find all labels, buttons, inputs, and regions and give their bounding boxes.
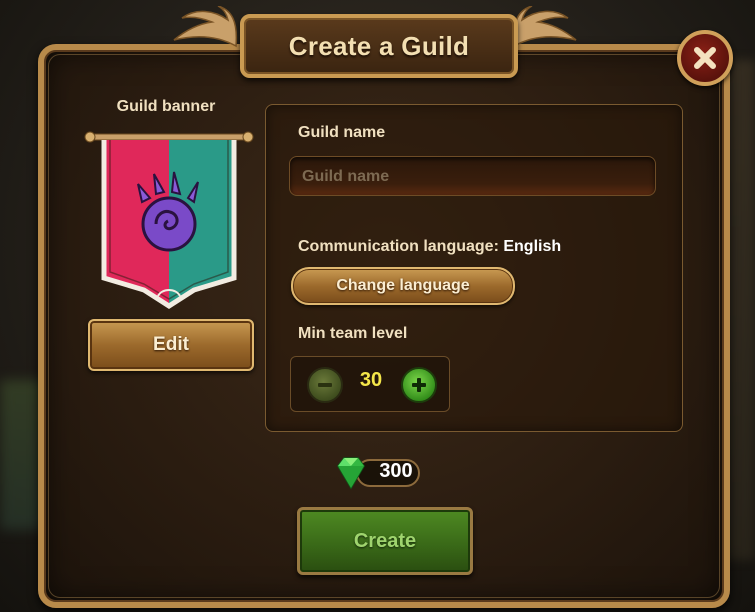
language-value: English: [503, 238, 562, 255]
close-icon: [694, 47, 716, 69]
decrease-level-button[interactable]: [307, 367, 343, 403]
wing-ornament-left-icon: [173, 6, 238, 48]
language-row: Communication language: English: [298, 238, 561, 256]
title-plate: Create a Guild: [240, 14, 518, 78]
minus-icon: [318, 383, 332, 387]
guild-banner[interactable]: [84, 128, 254, 318]
language-label: Communication language:: [298, 238, 499, 255]
dialog-title: Create a Guild: [288, 30, 470, 61]
guild-name-input[interactable]: Guild name: [289, 156, 656, 196]
increase-level-button[interactable]: [401, 367, 437, 403]
edit-banner-button[interactable]: Edit: [88, 319, 254, 371]
plus-icon: [412, 378, 426, 392]
cost-value: 300: [379, 460, 413, 482]
emerald-gem-icon: [337, 457, 365, 490]
create-button[interactable]: Create: [297, 507, 473, 575]
min-team-level-label: Min team level: [298, 325, 408, 342]
guild-name-label: Guild name: [298, 124, 386, 141]
guild-banner-label: Guild banner: [116, 98, 216, 115]
change-language-button[interactable]: Change language: [291, 267, 515, 305]
close-button[interactable]: [677, 30, 733, 86]
min-level-stepper: 30: [290, 356, 450, 412]
min-level-value: 30: [359, 369, 383, 391]
wing-ornament-right-icon: [512, 6, 577, 48]
